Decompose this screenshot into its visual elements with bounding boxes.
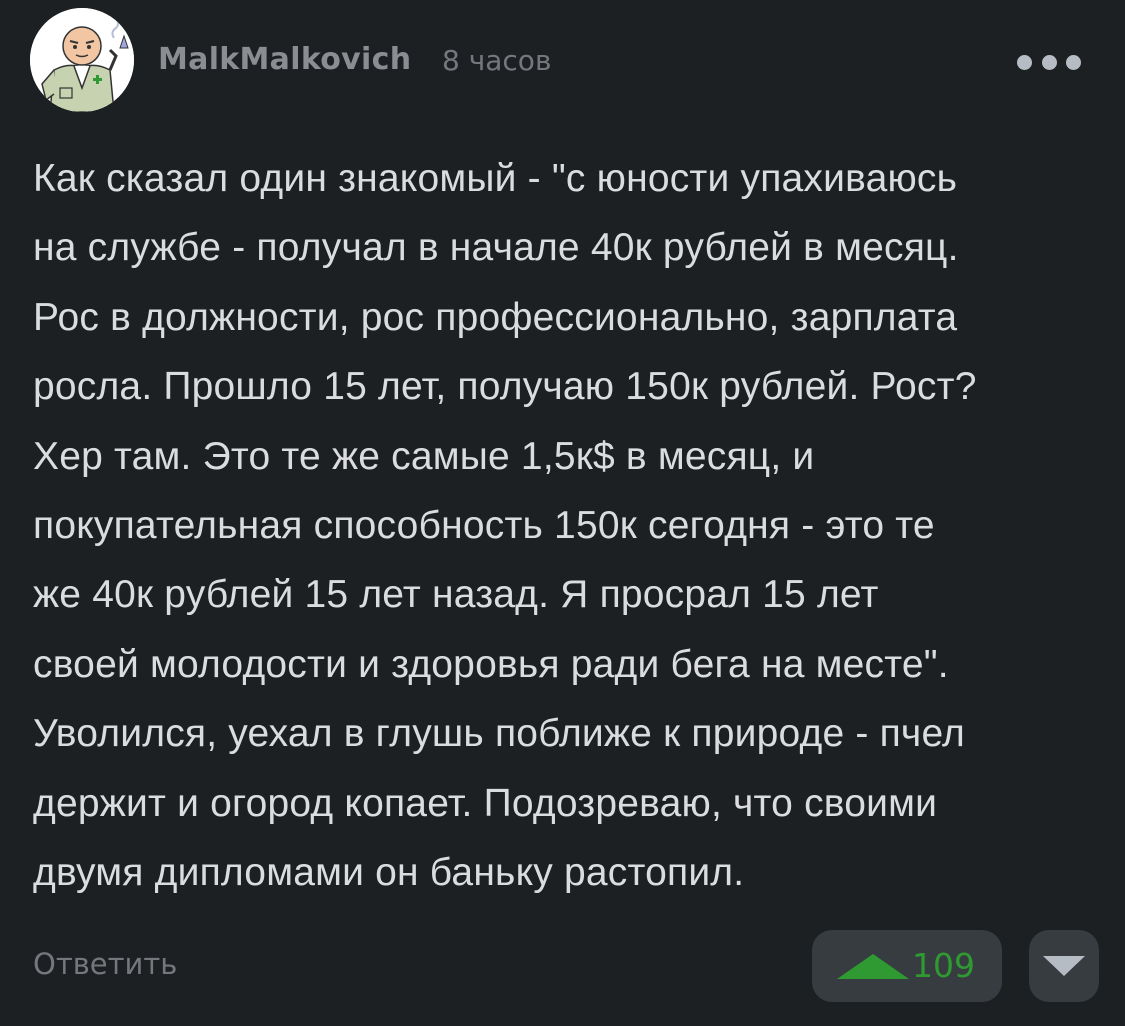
comment-card: MalkMalkovich 8 часов Как сказал один зн…: [0, 0, 1125, 1026]
upvote-arrow-icon: [837, 954, 909, 979]
user-avatar[interactable]: [30, 8, 134, 112]
username[interactable]: MalkMalkovich: [158, 42, 411, 77]
downvote-button[interactable]: [1029, 930, 1099, 1002]
more-dots-icon: [1017, 54, 1032, 70]
avatar-illustration: [30, 8, 134, 112]
reply-button[interactable]: Ответить: [33, 947, 177, 981]
comment-header: MalkMalkovich 8 часов: [30, 8, 1095, 114]
more-options-button[interactable]: [1017, 52, 1081, 72]
more-dots-icon: [1066, 54, 1081, 70]
comment-text: Как сказал один знакомый - "с юности упа…: [33, 157, 977, 895]
timestamp: 8 часов: [442, 44, 552, 77]
more-dots-icon: [1041, 54, 1057, 70]
rating-count: 109: [912, 946, 975, 985]
upvote-button[interactable]: 109: [812, 930, 1002, 1002]
downvote-arrow-icon: [1043, 956, 1085, 976]
